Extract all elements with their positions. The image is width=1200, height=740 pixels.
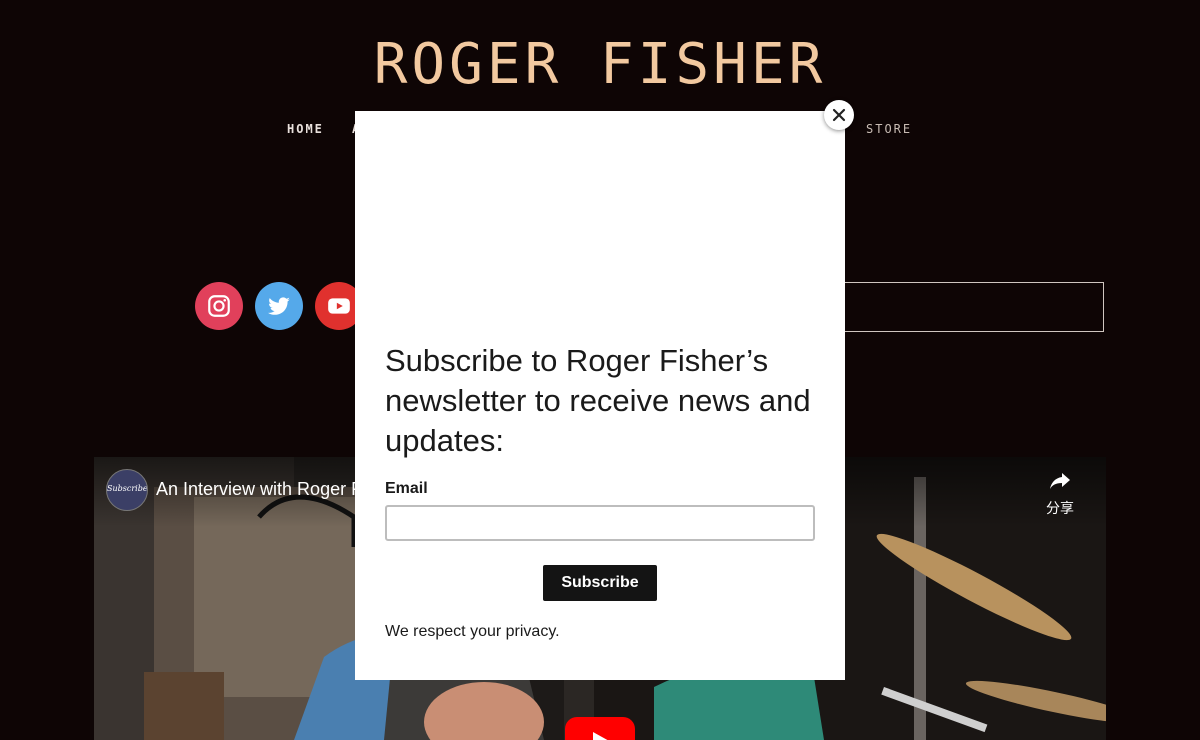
nav-item-store[interactable]: STORE (866, 122, 912, 136)
email-label: Email (385, 480, 428, 497)
twitter-button[interactable] (255, 282, 303, 330)
youtube-icon (328, 298, 350, 314)
newsletter-modal: Subscribe to Roger Fisher’s newsletter t… (355, 111, 845, 680)
email-field[interactable] (385, 505, 815, 541)
privacy-text: We respect your privacy. (385, 623, 560, 640)
site-title[interactable]: ROGER FISHER (0, 32, 1200, 97)
share-icon (1050, 473, 1070, 489)
modal-heading: Subscribe to Roger Fisher’s newsletter t… (385, 343, 811, 458)
instagram-icon (208, 295, 230, 317)
share-button[interactable]: 分享 (1038, 471, 1082, 518)
modal-close-button[interactable] (824, 100, 854, 130)
video-title[interactable]: An Interview with Roger F (156, 479, 362, 500)
page: ROGER FISHER HOME A STORE (0, 0, 1200, 740)
channel-avatar-text: Subscribe (107, 484, 148, 493)
play-icon[interactable] (565, 717, 635, 740)
instagram-button[interactable] (195, 282, 243, 330)
channel-avatar[interactable]: Subscribe (106, 469, 148, 511)
share-label: 分享 (1046, 500, 1074, 516)
nav-item-home[interactable]: HOME (287, 122, 324, 136)
close-icon (832, 108, 846, 122)
search-input[interactable] (830, 282, 1104, 332)
subscribe-button[interactable]: Subscribe (543, 565, 657, 601)
twitter-icon (268, 297, 290, 315)
